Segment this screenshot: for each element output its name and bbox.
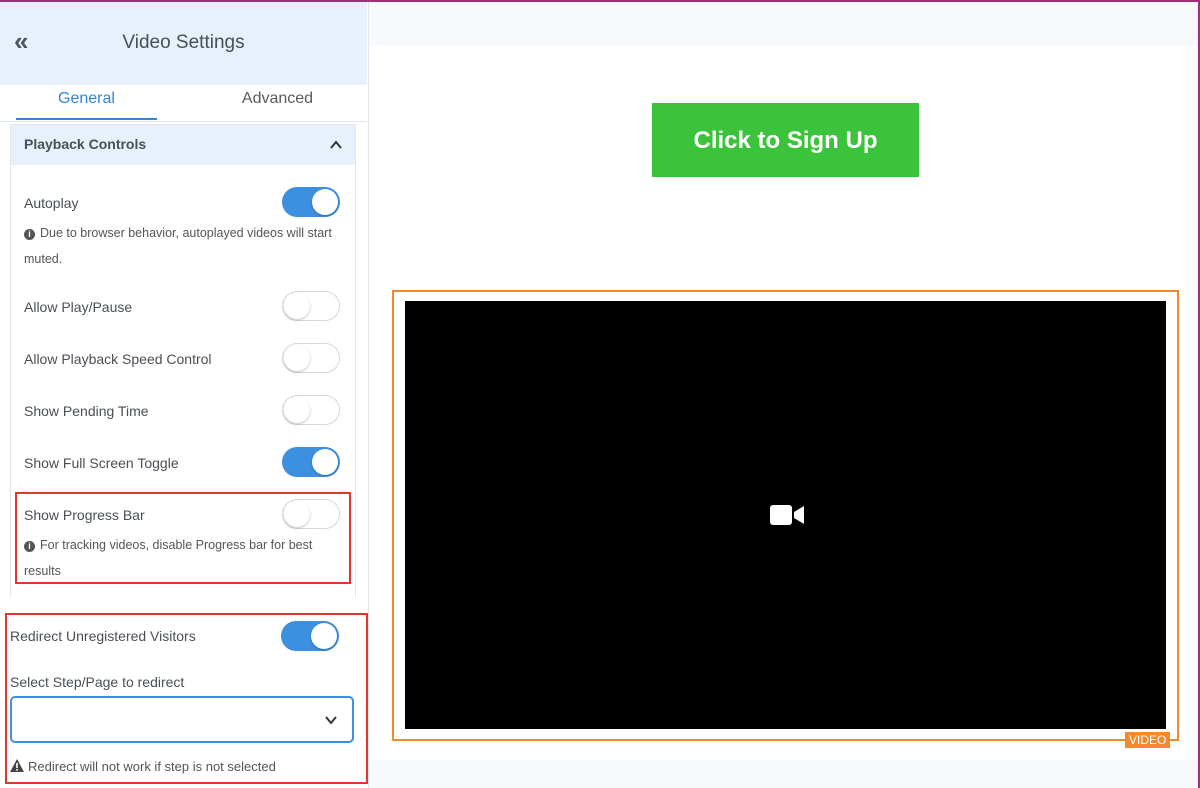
active-tab-indicator xyxy=(16,118,157,120)
sign-up-button[interactable]: Click to Sign Up xyxy=(652,103,919,177)
tab-advanced[interactable]: Advanced xyxy=(190,90,365,108)
settings-tabs: General Advanced xyxy=(0,85,367,122)
info-icon: i xyxy=(24,229,35,240)
video-player[interactable] xyxy=(405,301,1166,729)
sidebar-header: « Video Settings xyxy=(0,2,367,85)
canvas-top-strip xyxy=(369,2,1198,46)
fullscreen-toggle-label: Show Full Screen Toggle xyxy=(24,455,179,471)
fullscreen-toggle[interactable] xyxy=(282,447,340,477)
section-title: Playback Controls xyxy=(24,136,147,152)
autoplay-toggle[interactable] xyxy=(282,187,340,217)
autoplay-note: i Due to browser behavior, autoplayed vid… xyxy=(24,226,332,266)
play-pause-label: Allow Play/Pause xyxy=(24,299,133,315)
pending-time-label: Show Pending Time xyxy=(24,403,149,419)
section-header[interactable]: Playback Controls xyxy=(11,125,355,165)
tab-general[interactable]: General xyxy=(16,90,157,108)
video-badge: VIDEO xyxy=(1125,732,1171,748)
canvas-bottom-strip xyxy=(369,760,1198,788)
speed-control-toggle[interactable] xyxy=(282,343,340,373)
progress-bar-highlight xyxy=(15,492,351,584)
pending-time-toggle[interactable] xyxy=(282,395,340,425)
play-pause-toggle[interactable] xyxy=(282,291,340,321)
autoplay-label: Autoplay xyxy=(24,195,79,211)
speed-control-label: Allow Playback Speed Control xyxy=(24,351,212,367)
redirect-highlight xyxy=(5,613,368,784)
video-camera-icon xyxy=(770,505,804,525)
chevron-up-icon[interactable] xyxy=(329,138,343,152)
sidebar-title: Video Settings xyxy=(122,32,245,53)
